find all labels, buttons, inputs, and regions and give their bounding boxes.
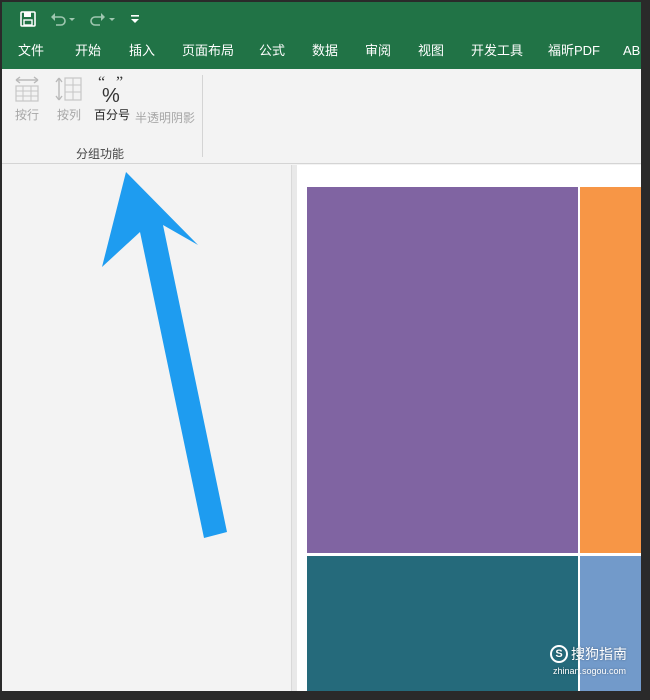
group-label: 分组功能 xyxy=(76,147,125,161)
treemap-tile-blue[interactable] xyxy=(580,556,641,691)
watermark-text: 搜狗指南 xyxy=(571,646,627,662)
tab-data[interactable]: 数据 xyxy=(312,35,338,69)
by-column-label: 按列 xyxy=(56,108,81,122)
tab-file[interactable]: 文件 xyxy=(18,35,44,69)
tab-developer[interactable]: 开发工具 xyxy=(471,35,523,69)
tab-abb[interactable]: ABB xyxy=(623,35,641,69)
percent-icon: “ ” % xyxy=(98,75,123,103)
save-icon[interactable] xyxy=(20,9,36,29)
tab-page-layout[interactable]: 页面布局 xyxy=(182,35,234,69)
undo-icon[interactable] xyxy=(50,9,76,29)
by-row-button[interactable]: 按行 xyxy=(12,75,42,123)
tab-foxit-pdf[interactable]: 福昕PDF xyxy=(548,35,600,69)
menu-tabs: 文件 开始 插入 页面布局 公式 数据 审阅 视图 开发工具 福昕PDF ABB xyxy=(2,35,641,69)
tab-review[interactable]: 审阅 xyxy=(365,35,391,69)
customize-arrow-icon[interactable] xyxy=(130,9,140,29)
treemap-tile-purple[interactable] xyxy=(307,187,578,553)
tab-insert[interactable]: 插入 xyxy=(129,35,155,69)
tab-formulas[interactable]: 公式 xyxy=(259,35,285,69)
by-row-label: 按行 xyxy=(14,108,39,122)
chart-canvas[interactable] xyxy=(297,165,641,691)
by-row-icon xyxy=(15,76,39,102)
ribbon: 按行 按列 “ ” % 百分号 半透明阴影 分组功能 xyxy=(2,69,641,164)
watermark-logo-icon: S xyxy=(550,645,568,663)
by-column-icon xyxy=(55,77,82,101)
left-pane xyxy=(2,165,291,691)
translucent-shadow-label: 半透明阴影 xyxy=(135,111,196,125)
redo-icon[interactable] xyxy=(90,9,116,29)
watermark-url: zhinan.sogou.com xyxy=(553,666,627,676)
translucent-shadow-button[interactable]: 半透明阴影 xyxy=(135,109,195,126)
quick-access-toolbar xyxy=(2,2,641,35)
percent-button[interactable]: “ ” % 百分号 xyxy=(94,75,130,123)
treemap-tile-teal[interactable] xyxy=(307,556,578,691)
app-window: 文件 开始 插入 页面布局 公式 数据 审阅 视图 开发工具 福昕PDF ABB… xyxy=(0,0,650,700)
svg-text:%: % xyxy=(102,85,120,103)
watermark: S 搜狗指南 xyxy=(550,644,627,664)
tab-home[interactable]: 开始 xyxy=(75,35,101,69)
group-separator xyxy=(202,75,203,157)
by-column-button[interactable]: 按列 xyxy=(54,75,84,123)
treemap-tile-orange[interactable] xyxy=(580,187,641,553)
percent-label: 百分号 xyxy=(94,108,131,122)
tab-view[interactable]: 视图 xyxy=(418,35,444,69)
